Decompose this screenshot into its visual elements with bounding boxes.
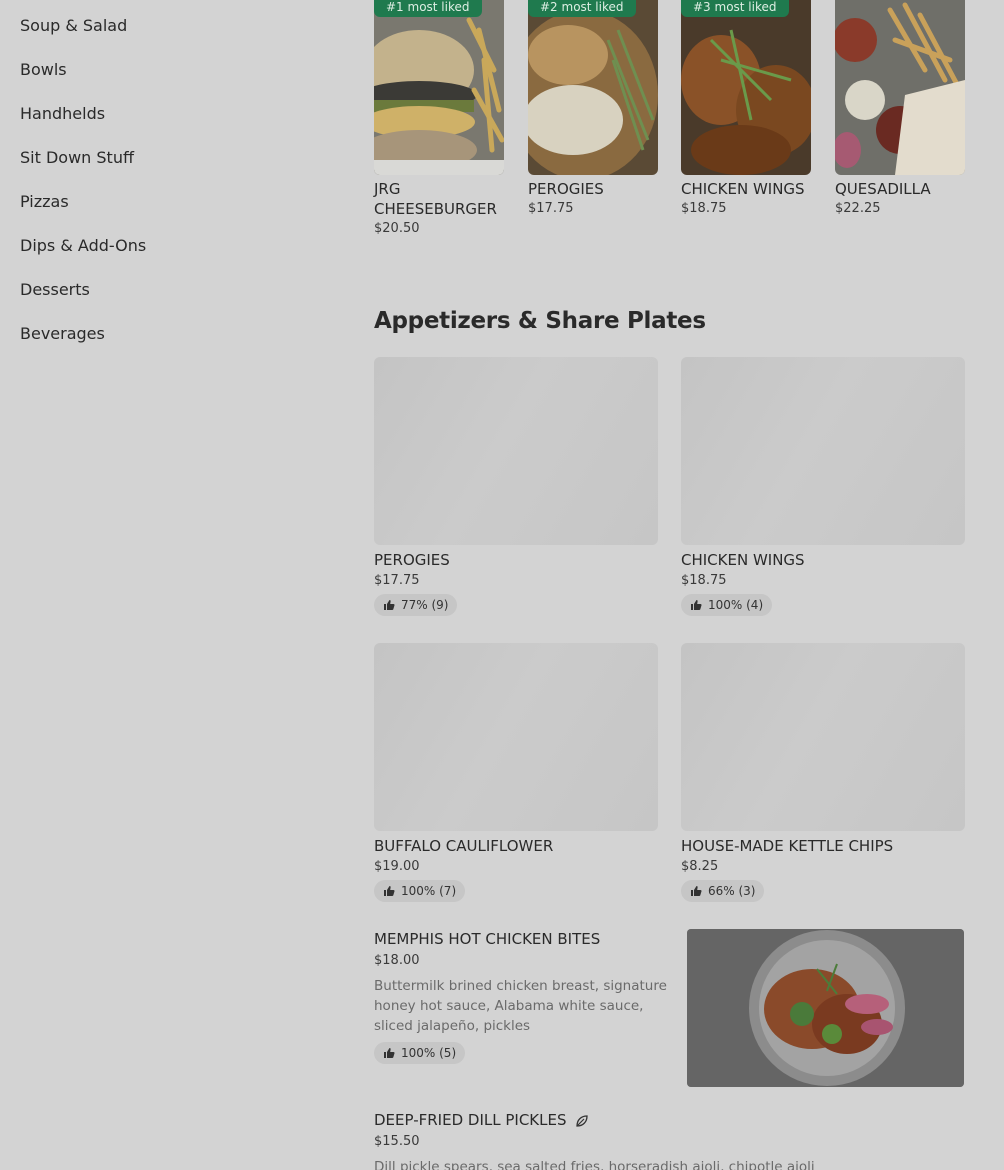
most-liked-badge: #3 most liked: [681, 0, 789, 17]
item-price: $18.75: [681, 201, 727, 216]
rating-badge: 77% (9): [374, 594, 458, 616]
most-liked-card[interactable]: QUESADILLA $22.25: [835, 0, 965, 216]
most-liked-badge: #1 most liked: [374, 0, 482, 17]
item-price: $20.50: [374, 221, 420, 236]
most-liked-card[interactable]: #3 most liked CHICKEN WINGS $18.75: [681, 0, 811, 216]
item-name: QUESADILLA: [835, 180, 931, 198]
sidebar-item-desserts[interactable]: Desserts: [20, 278, 320, 322]
item-price: $17.75: [528, 201, 574, 216]
rating-text: 66% (3): [708, 884, 756, 898]
item-name: CHICKEN WINGS: [681, 180, 805, 198]
menu-item-card[interactable]: HOUSE-MADE KETTLE CHIPS $8.25 66% (3): [681, 643, 965, 902]
thumbs-up-icon: [691, 886, 702, 896]
chicken-wings-image: #3 most liked: [681, 0, 811, 175]
menu-item-card[interactable]: PEROGIES $17.75 77% (9): [374, 357, 658, 616]
rating-badge: 100% (4): [681, 594, 773, 616]
rating-badge: 100% (5): [374, 1042, 466, 1064]
item-name: HOUSE-MADE KETTLE CHIPS: [681, 837, 894, 855]
sidebar-item-bowls[interactable]: Bowls: [20, 58, 320, 102]
item-description: Buttermilk brined chicken breast, signat…: [374, 978, 667, 1034]
item-price: $18.75: [681, 573, 727, 588]
sidebar-item-pizzas[interactable]: Pizzas: [20, 190, 320, 234]
item-name: JRG CHEESEBURGER: [374, 180, 497, 218]
most-liked-card[interactable]: #1 most liked JRG CHEESEBURGER $20.50: [374, 0, 504, 236]
item-price: $17.75: [374, 573, 420, 588]
item-name: DEEP-FRIED DILL PICKLES: [374, 1110, 964, 1130]
item-name: PEROGIES: [528, 180, 604, 198]
rating-text: 100% (4): [708, 598, 764, 612]
menu-item-card[interactable]: BUFFALO CAULIFLOWER $19.00 100% (7): [374, 643, 658, 902]
item-image-placeholder: [374, 643, 658, 831]
sidebar-item-handhelds[interactable]: Handhelds: [20, 102, 320, 146]
item-description: Dill pickle spears, sea salted fries, ho…: [374, 1159, 815, 1170]
item-price: $8.25: [681, 859, 719, 874]
category-sidebar: Soup & Salad Bowls Handhelds Sit Down St…: [20, 14, 320, 366]
rating-badge: 100% (7): [374, 880, 466, 902]
item-name: CHICKEN WINGS: [681, 551, 805, 569]
thumbs-up-icon: [384, 1048, 395, 1058]
rating-badge: 66% (3): [681, 880, 765, 902]
item-price: $19.00: [374, 859, 420, 874]
item-image-placeholder: [681, 357, 965, 545]
sidebar-item-beverages[interactable]: Beverages: [20, 322, 320, 366]
item-name: BUFFALO CAULIFLOWER: [374, 837, 554, 855]
item-image-placeholder: [681, 643, 965, 831]
rating-text: 77% (9): [401, 598, 449, 612]
menu-item-card[interactable]: DEEP-FRIED DILL PICKLES $15.50 Dill pick…: [374, 1110, 964, 1170]
thumbs-up-icon: [384, 886, 395, 896]
sidebar-item-soup-salad[interactable]: Soup & Salad: [20, 14, 320, 58]
sidebar-item-dips-add-ons[interactable]: Dips & Add-Ons: [20, 234, 320, 278]
leaf-icon: [576, 1114, 588, 1127]
sidebar-item-sit-down-stuff[interactable]: Sit Down Stuff: [20, 146, 320, 190]
quesadilla-image: [835, 0, 965, 175]
thumbs-up-icon: [691, 600, 702, 610]
menu-item-card[interactable]: CHICKEN WINGS $18.75 100% (4): [681, 357, 965, 616]
rating-text: 100% (7): [401, 884, 457, 898]
cheeseburger-image: #1 most liked: [374, 0, 504, 175]
item-price: $22.25: [835, 201, 881, 216]
item-price: $15.50: [374, 1134, 420, 1149]
most-liked-card[interactable]: #2 most liked PEROGIES $17.75: [528, 0, 658, 216]
item-name-text: DEEP-FRIED DILL PICKLES: [374, 1111, 567, 1129]
thumbs-up-icon: [384, 600, 395, 610]
item-name: PEROGIES: [374, 551, 450, 569]
most-liked-badge: #2 most liked: [528, 0, 636, 17]
most-liked-row: #1 most liked JRG CHEESEBURGER $20.50 #2…: [374, 0, 965, 250]
item-image-placeholder: [374, 357, 658, 545]
menu-item-card[interactable]: MEMPHIS HOT CHICKEN BITES $18.00 Butterm…: [374, 929, 964, 1089]
hot-chicken-bites-image: [687, 929, 964, 1087]
section-title: Appetizers & Share Plates: [374, 308, 706, 334]
rating-text: 100% (5): [401, 1046, 457, 1060]
perogies-image: #2 most liked: [528, 0, 658, 175]
